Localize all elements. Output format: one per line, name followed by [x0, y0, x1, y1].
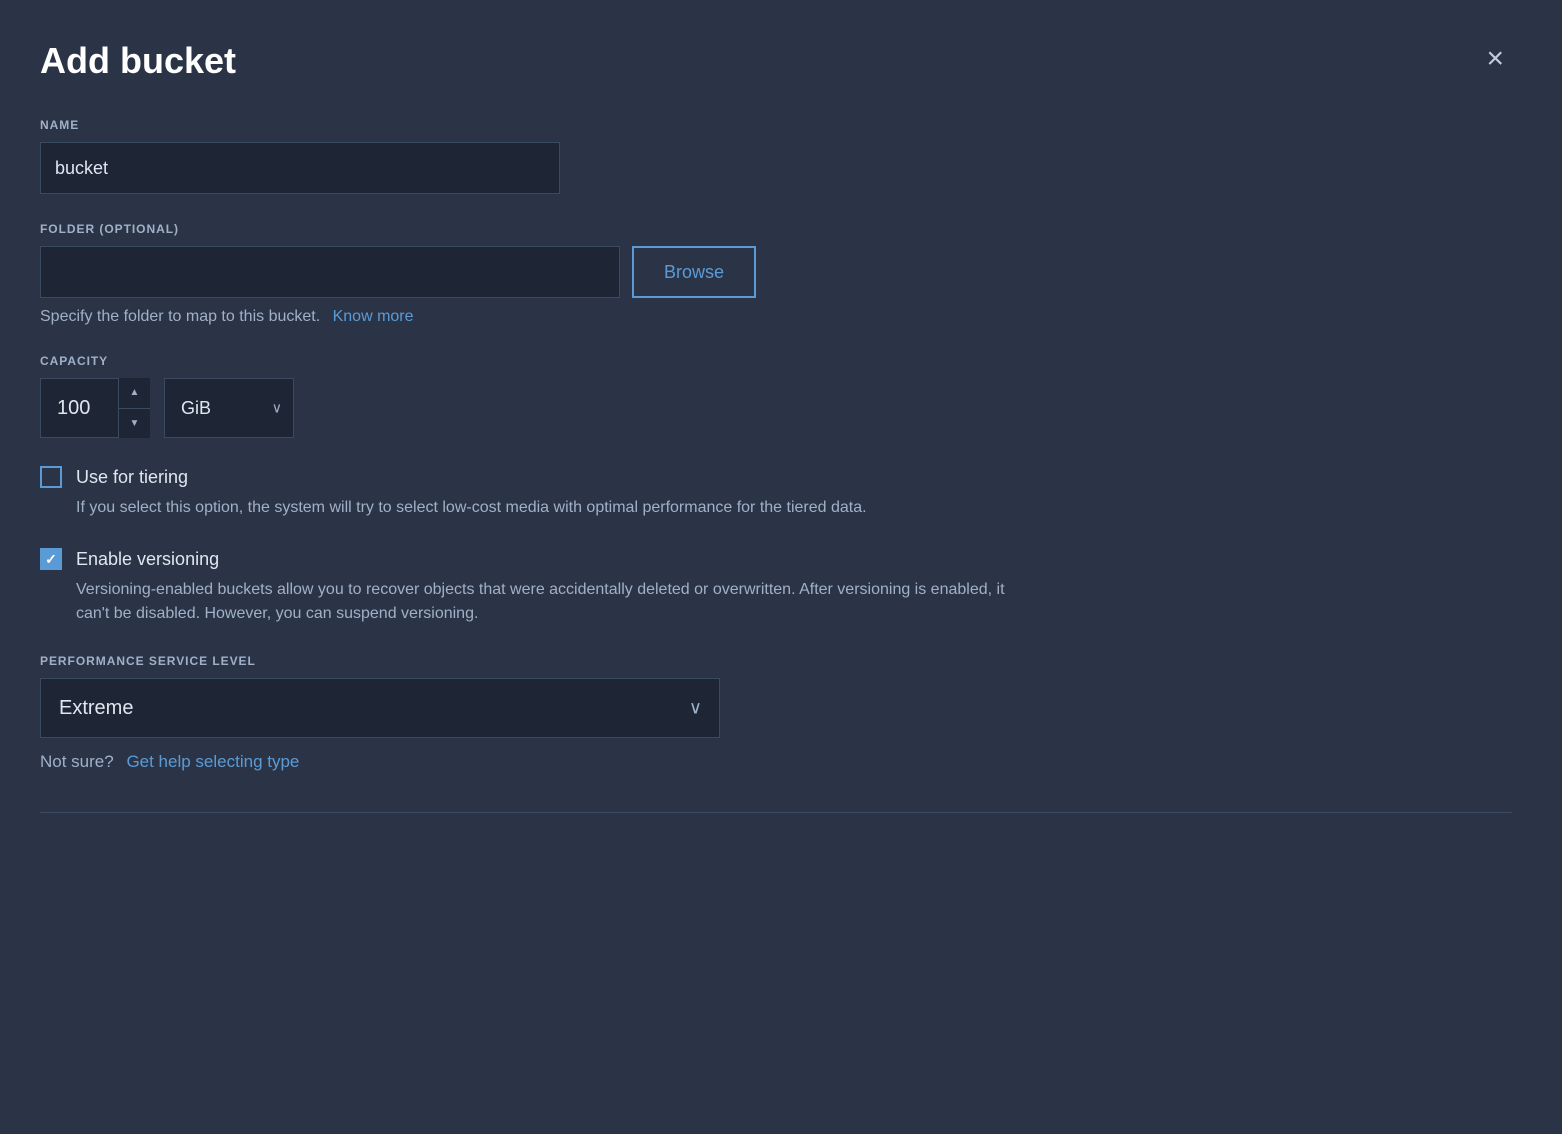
- performance-label: PERFORMANCE SERVICE LEVEL: [40, 654, 1512, 668]
- tiering-label: Use for tiering: [76, 467, 188, 488]
- browse-button[interactable]: Browse: [632, 246, 756, 298]
- versioning-checkbox-label[interactable]: Enable versioning: [40, 548, 219, 570]
- versioning-checkbox[interactable]: [40, 548, 62, 570]
- performance-select[interactable]: Extreme Standard Basic: [40, 678, 720, 738]
- know-more-link[interactable]: Know more: [333, 308, 414, 325]
- versioning-label: Enable versioning: [76, 549, 219, 570]
- capacity-input-wrapper: ▲ ▼: [40, 378, 150, 438]
- tiering-checkbox[interactable]: [40, 466, 62, 488]
- dialog-title: Add bucket: [40, 40, 236, 82]
- add-bucket-dialog: Add bucket × NAME FOLDER (OPTIONAL) Brow…: [0, 0, 1562, 1134]
- capacity-row: ▲ ▼ GiB TiB MiB: [40, 378, 1512, 438]
- not-sure-row: Not sure? Get help selecting type: [40, 752, 1512, 772]
- unit-select[interactable]: GiB TiB MiB: [164, 378, 294, 438]
- performance-section: PERFORMANCE SERVICE LEVEL Extreme Standa…: [40, 654, 1512, 772]
- close-button[interactable]: ×: [1478, 40, 1512, 78]
- cursor: [0, 770, 18, 798]
- name-input[interactable]: [40, 142, 560, 194]
- capacity-decrement[interactable]: ▼: [119, 409, 150, 439]
- tiering-description: If you select this option, the system wi…: [76, 496, 1036, 520]
- folder-hint: Specify the folder to map to this bucket…: [40, 308, 1512, 326]
- performance-select-wrapper: Extreme Standard Basic: [40, 678, 720, 738]
- versioning-section: Enable versioning Versioning-enabled buc…: [40, 548, 1512, 626]
- tiering-checkbox-label[interactable]: Use for tiering: [40, 466, 188, 488]
- name-label: NAME: [40, 118, 1512, 132]
- versioning-description: Versioning-enabled buckets allow you to …: [76, 578, 1036, 626]
- capacity-label: CAPACITY: [40, 354, 1512, 368]
- folder-row: Browse: [40, 246, 1512, 298]
- folder-section: FOLDER (OPTIONAL) Browse Specify the fol…: [40, 222, 1512, 326]
- tiering-checkbox-row: Use for tiering: [40, 466, 1512, 488]
- versioning-checkbox-row: Enable versioning: [40, 548, 1512, 570]
- dialog-header: Add bucket ×: [40, 40, 1512, 82]
- not-sure-text: Not sure?: [40, 752, 114, 771]
- capacity-section: CAPACITY ▲ ▼ GiB TiB MiB: [40, 354, 1512, 438]
- folder-label: FOLDER (OPTIONAL): [40, 222, 1512, 236]
- get-help-link[interactable]: Get help selecting type: [126, 752, 299, 771]
- tiering-section: Use for tiering If you select this optio…: [40, 466, 1512, 520]
- unit-select-wrapper: GiB TiB MiB: [164, 378, 294, 438]
- capacity-increment[interactable]: ▲: [119, 378, 150, 409]
- bottom-divider: [40, 812, 1512, 813]
- capacity-spinner: ▲ ▼: [118, 378, 150, 438]
- name-section: NAME: [40, 118, 1512, 194]
- folder-input[interactable]: [40, 246, 620, 298]
